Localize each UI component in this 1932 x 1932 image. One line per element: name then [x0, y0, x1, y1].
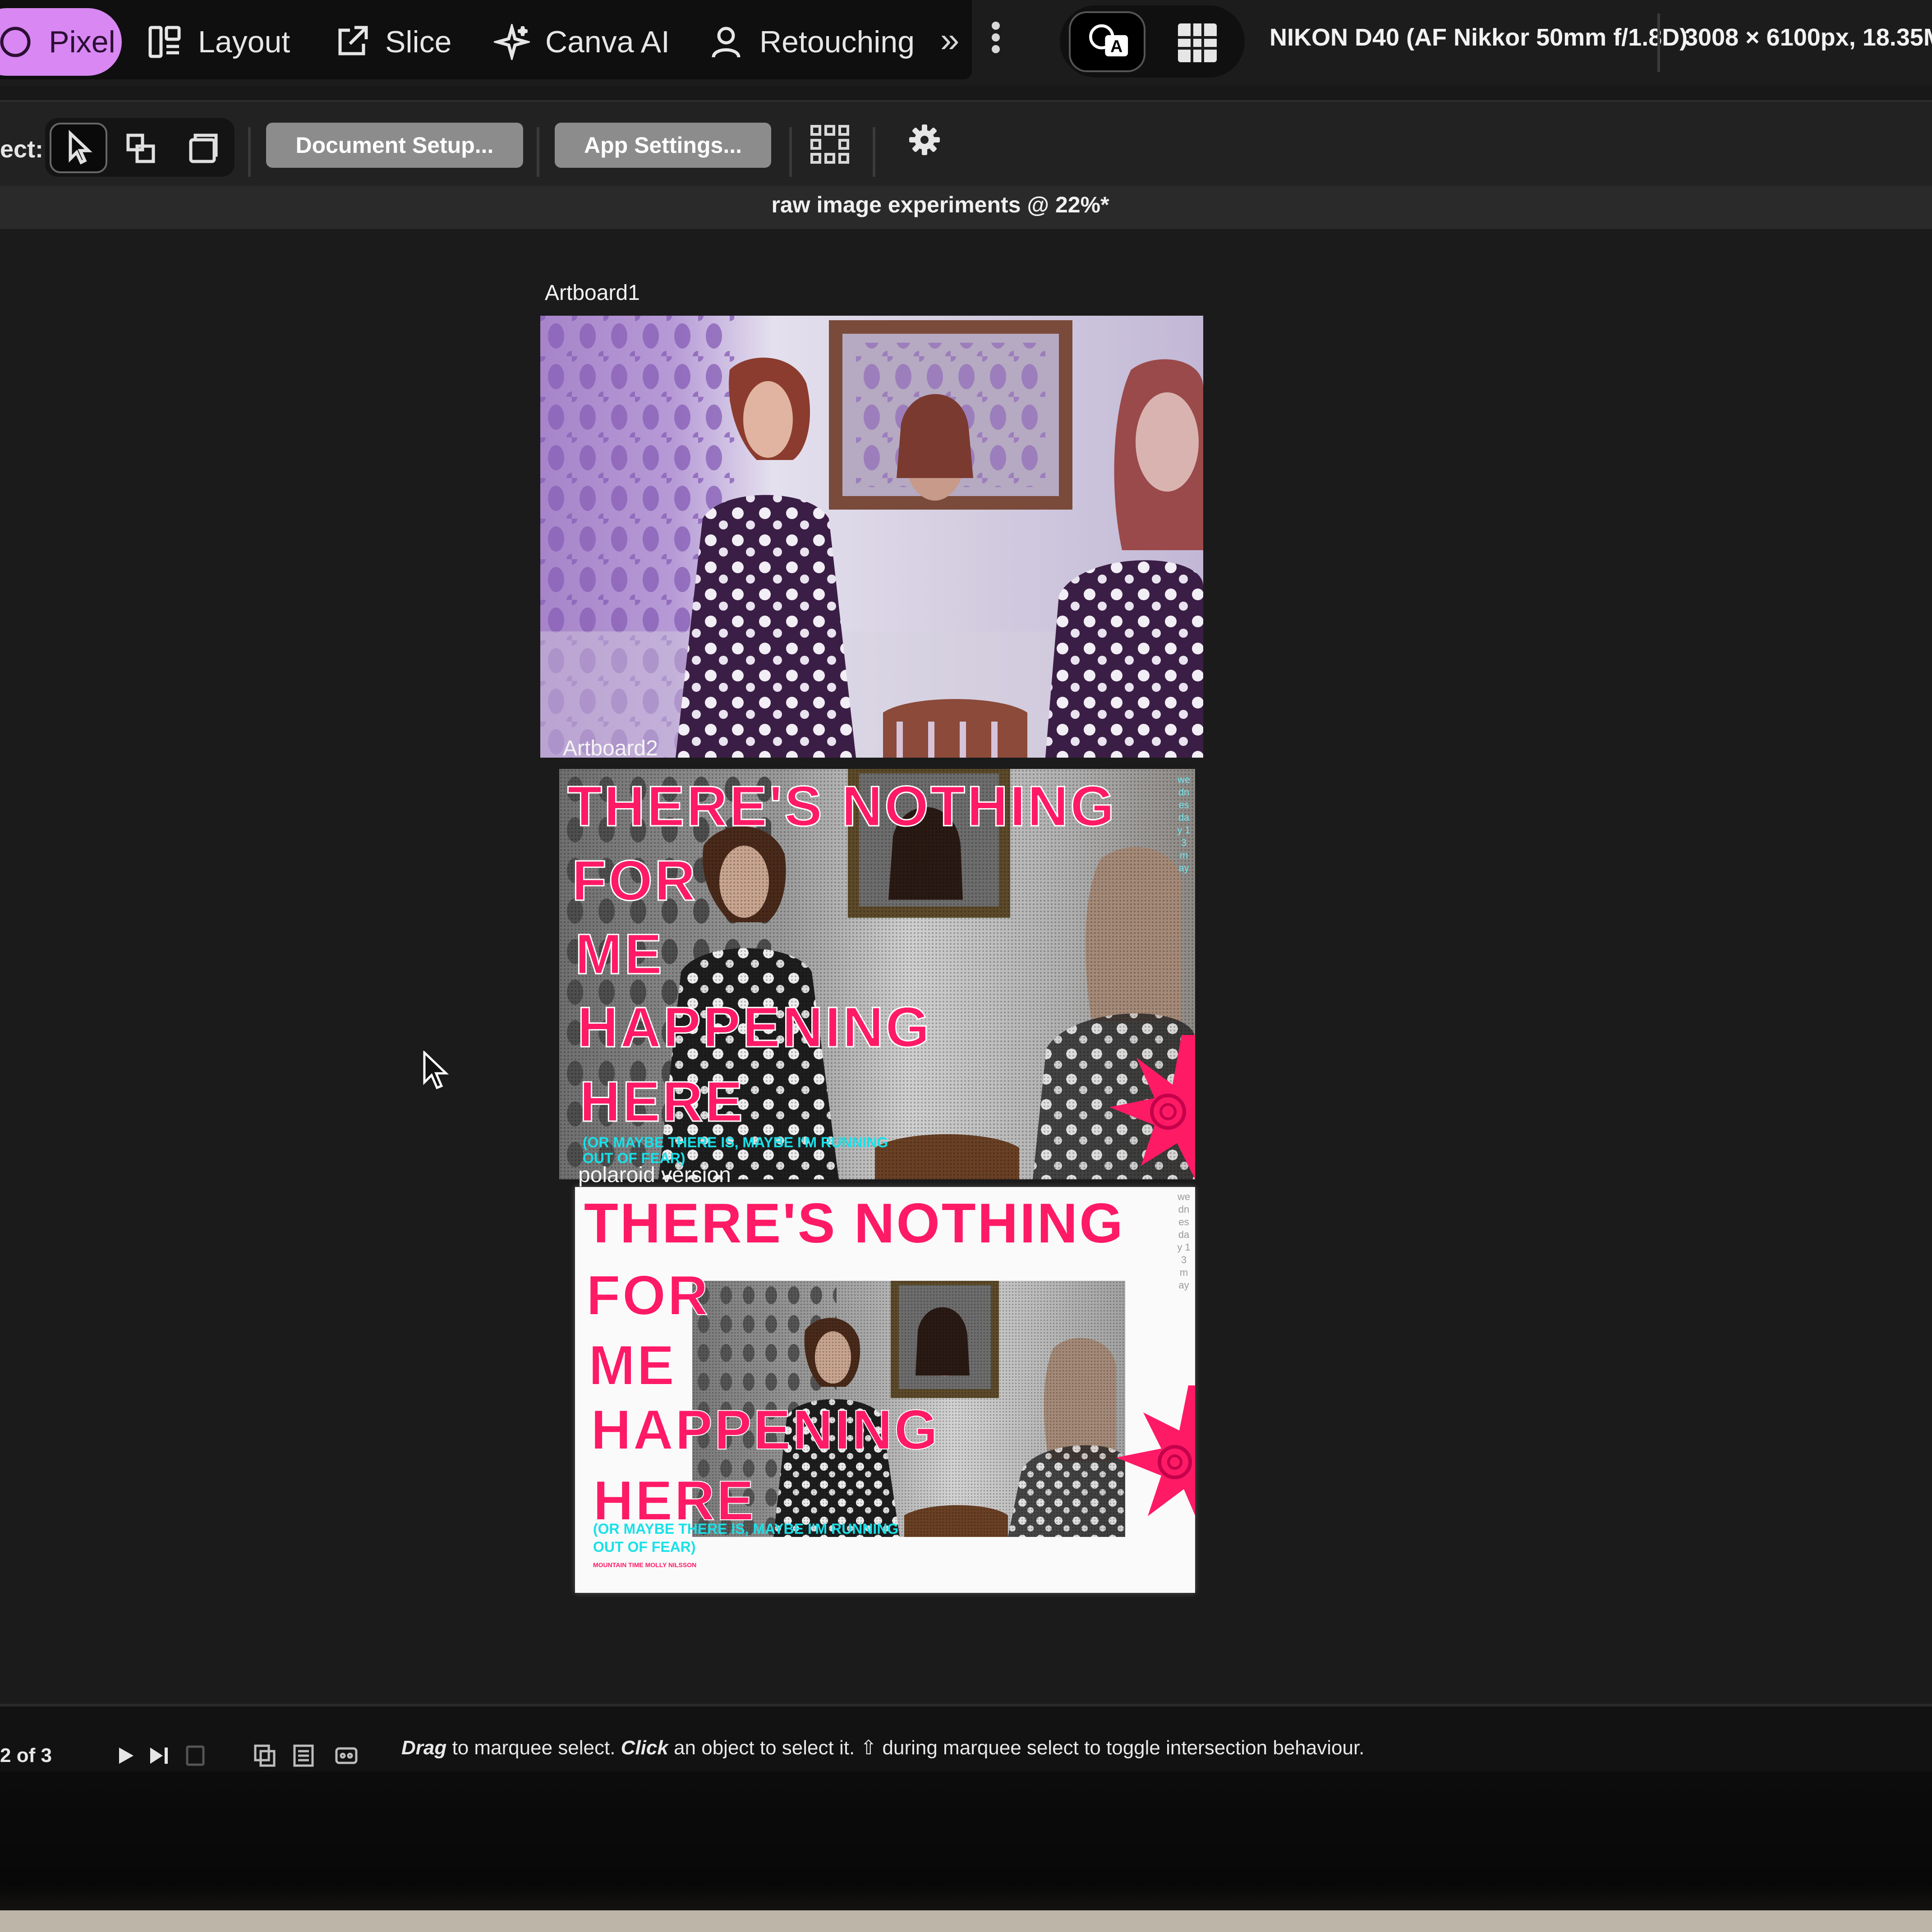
view-mode-grid-icon[interactable]: [1173, 18, 1222, 68]
toolbar-separator: [248, 127, 251, 177]
toolbar-separator: [1657, 14, 1660, 72]
persona-layout-label: Layout: [198, 25, 290, 59]
artboard-icon: [189, 133, 218, 163]
poster-line-5: HERE: [579, 1069, 745, 1134]
overlapping-shapes-icon: [126, 133, 155, 163]
more-options-kebab-icon[interactable]: [982, 18, 1009, 63]
page-indicator[interactable]: 2 of 3: [0, 1744, 52, 1767]
shift-key-icon: ⇧: [860, 1737, 877, 1759]
mouse-cursor-icon: [422, 1050, 449, 1091]
persona-slice-label: Slice: [385, 25, 452, 59]
hint-text-3: during marquee select to toggle intersec…: [877, 1737, 1365, 1759]
vertical-date-text: wednesday 13 may: [1177, 774, 1191, 874]
skip-to-end-icon[interactable]: [147, 1743, 172, 1768]
export-icon: [338, 26, 368, 55]
poster-credit: MOUNTAIN TIME MOLLY NILSSON: [593, 1561, 697, 1569]
camera-info: NIKON D40 (AF Nikkor 50mm f/1.8D): [1270, 24, 1688, 51]
poster-subline-2: OUT OF FEAR): [593, 1539, 696, 1555]
snapping-grid-icon[interactable]: [807, 122, 852, 167]
artboard-1-label[interactable]: Artboard1: [545, 281, 640, 305]
play-icon[interactable]: [113, 1743, 138, 1768]
assistant-icon: A: [1089, 24, 1128, 56]
duplicate-icon[interactable]: [253, 1743, 278, 1768]
persona-pixel-button[interactable]: Pixel: [0, 8, 122, 76]
assistant-button[interactable]: A: [1069, 11, 1145, 72]
persona-retouching-button[interactable]: Retouching: [708, 8, 915, 76]
desk-surface: [0, 1910, 1932, 1932]
artboard-3[interactable]: THERE'S NOTHING FOR ME HAPPENING HERE (O…: [575, 1187, 1195, 1593]
hint-drag: Drag: [401, 1737, 447, 1759]
more-personas-chevron-icon[interactable]: »: [940, 20, 959, 60]
record-icon[interactable]: [183, 1743, 208, 1768]
hint-click: Click: [621, 1737, 668, 1759]
pointer-arrow-icon: [69, 129, 92, 165]
app-settings-button[interactable]: App Settings...: [555, 123, 771, 168]
toolbar-separator: [537, 127, 539, 177]
hint-text-2: an object to select it.: [668, 1737, 860, 1759]
select-overlap-button[interactable]: [113, 123, 170, 173]
monitor-bezel: [0, 1771, 1932, 1932]
artboard-3-label[interactable]: polaroid version: [578, 1163, 731, 1187]
select-artboard-button[interactable]: [174, 123, 231, 173]
persona-canva-ai-label: Canva AI: [545, 25, 670, 59]
poster-line-3: ME: [575, 922, 664, 987]
layout-icon: [148, 26, 181, 58]
artboard-2-label[interactable]: Artboard2: [563, 736, 658, 761]
poster-line-2: FOR: [571, 848, 697, 913]
poster-line-4: HAPPENING: [576, 995, 932, 1060]
persona-canva-ai-button[interactable]: Canva AI: [494, 8, 670, 76]
poster-line-3: ME: [588, 1334, 676, 1397]
gear-icon[interactable]: [906, 122, 943, 158]
persona-slice-button[interactable]: Slice: [334, 8, 451, 76]
persona-pixel-label: Pixel: [49, 25, 115, 59]
poster-line-2: FOR: [586, 1264, 710, 1327]
person-icon: [712, 27, 741, 58]
status-hint: Drag to marquee select. Click an object …: [401, 1736, 1364, 1759]
toolbar-separator: [789, 127, 792, 177]
poster-subline-1: (OR MAYBE THERE IS, MAYBE I'M RUNNING: [593, 1521, 899, 1537]
sparkle-icon: [494, 24, 530, 60]
artboard-2[interactable]: THERE'S NOTHING FOR ME HAPPENING HERE (O…: [559, 769, 1195, 1179]
toolbar-separator: [873, 127, 875, 177]
poster-line-1: THERE'S NOTHING: [584, 1192, 1125, 1255]
image-dimensions-info: 3008 × 6100px, 18.35MP: [1684, 24, 1932, 51]
svg-text:A: A: [1110, 37, 1122, 56]
view-options-icon[interactable]: [334, 1743, 359, 1768]
persona-layout-button[interactable]: Layout: [147, 8, 290, 76]
artboard-1[interactable]: [540, 316, 1203, 758]
poster-subline-1: (OR MAYBE THERE IS, MAYBE I'M RUNNING: [583, 1134, 888, 1150]
hint-text-1: to marquee select.: [446, 1737, 621, 1759]
select-label: ect:: [0, 136, 44, 163]
poster-line-4: HAPPENING: [590, 1398, 940, 1462]
artboard-1-photo: [540, 316, 1203, 758]
poster-line-1: THERE'S NOTHING: [566, 774, 1117, 839]
document-list-icon[interactable]: [291, 1743, 316, 1768]
vertical-date-text: wednesday 13 may: [1177, 1191, 1191, 1291]
pink-star-icon: [1116, 1385, 1195, 1516]
document-setup-button[interactable]: Document Setup...: [266, 123, 523, 168]
pixel-persona-icon: [0, 27, 31, 57]
select-pointer-button[interactable]: [50, 123, 107, 173]
persona-retouching-label: Retouching: [759, 25, 915, 59]
document-title[interactable]: raw image experiments @ 22%*: [0, 192, 1881, 218]
